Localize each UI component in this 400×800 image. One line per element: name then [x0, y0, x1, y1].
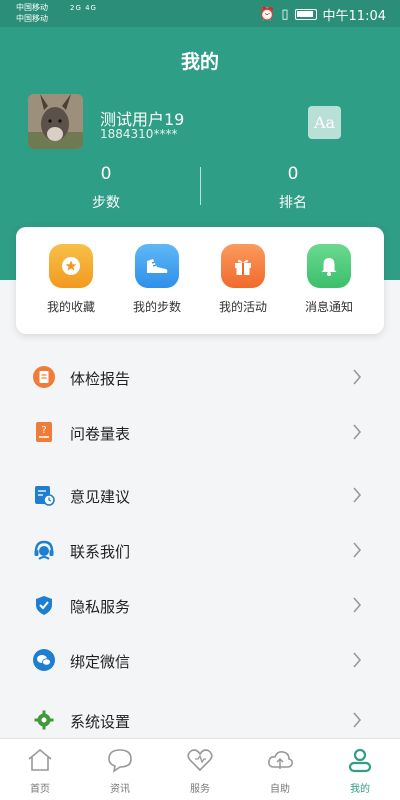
- vibrate-icon: ▯: [281, 7, 289, 22]
- page-title: 我的: [180, 51, 219, 73]
- quick-action-notifications[interactable]: 消息通知: [286, 244, 372, 315]
- stat-rank-value: 0: [287, 164, 299, 184]
- menu-item-privacy[interactable]: 隐私服务: [0, 578, 400, 632]
- chevron-right-icon: [353, 652, 362, 668]
- tab-label: 服务: [190, 784, 210, 795]
- feedback-icon: [33, 484, 55, 506]
- menu-item-report[interactable]: 体检报告: [0, 350, 400, 404]
- tab-label: 自助: [270, 784, 290, 795]
- tab-label: 首页: [30, 784, 50, 795]
- menu-item-label: 问卷量表: [70, 425, 131, 443]
- gift-icon: [221, 244, 265, 288]
- menu-item-label: 联系我们: [70, 543, 131, 561]
- menu-item-label: 系统设置: [70, 713, 131, 731]
- chevron-right-icon: [353, 369, 362, 385]
- svg-text:?: ?: [41, 425, 46, 436]
- stat-divider: [200, 167, 201, 205]
- chevron-right-icon: [353, 424, 362, 440]
- menu-item-label: 隐私服务: [70, 598, 131, 616]
- carrier-1: 中国移动: [16, 3, 48, 12]
- status-bar: 中国移动 中国移动 2G 4G ⏰ ▯ 中午11:04: [0, 0, 400, 27]
- gear-icon: [33, 709, 55, 731]
- quick-action-activities[interactable]: 我的活动: [200, 244, 286, 315]
- cloud-icon: [268, 751, 293, 769]
- star-icon: [49, 244, 93, 288]
- chevron-right-icon: [353, 712, 362, 728]
- stat-steps[interactable]: 0 步数: [36, 164, 176, 212]
- network-indicator: 2G 4G: [70, 4, 97, 12]
- shield-icon: [33, 594, 55, 616]
- font-size-button[interactable]: Aa: [308, 106, 341, 139]
- tab-mine[interactable]: 我的: [320, 747, 400, 795]
- stat-rank[interactable]: 0 排名: [223, 164, 363, 212]
- chevron-right-icon: [353, 542, 362, 558]
- stat-rank-label: 排名: [279, 195, 307, 211]
- menu-item-label: 绑定微信: [70, 653, 131, 671]
- stat-steps-value: 0: [100, 164, 112, 184]
- chat-icon: [108, 749, 132, 773]
- carrier-info: 中国移动 中国移动: [16, 2, 48, 24]
- user-phone: 1884310****: [100, 127, 178, 141]
- menu-item-wechat[interactable]: 绑定微信: [0, 633, 400, 687]
- tab-service[interactable]: 服务: [160, 747, 240, 795]
- bottom-tab-bar: 首页 资讯 服务 自助 我的: [0, 738, 400, 800]
- shoe-icon: [135, 244, 179, 288]
- tab-news[interactable]: 资讯: [80, 747, 160, 795]
- chevron-right-icon: [353, 597, 362, 613]
- heart-icon: [187, 749, 213, 772]
- report-icon: [33, 366, 55, 388]
- tab-label: 资讯: [110, 784, 130, 795]
- status-right: ⏰ ▯ 中午11:04: [259, 5, 386, 24]
- menu-item-contact[interactable]: 联系我们: [0, 523, 400, 577]
- tab-label: 我的: [350, 784, 370, 795]
- home-icon: [28, 748, 52, 771]
- carrier-2: 中国移动: [16, 14, 48, 23]
- quick-actions-card: 我的收藏 我的步数 我的活动 消息通知: [16, 227, 384, 334]
- battery-icon: [294, 9, 317, 20]
- stat-steps-label: 步数: [92, 195, 120, 211]
- quick-action-steps[interactable]: 我的步数: [114, 244, 200, 315]
- tab-self-service[interactable]: 自助: [240, 747, 320, 795]
- wechat-icon: [33, 649, 55, 671]
- avatar[interactable]: [28, 94, 83, 149]
- menu-item-label: 体检报告: [70, 370, 131, 388]
- tab-home[interactable]: 首页: [0, 747, 80, 795]
- menu-item-feedback[interactable]: 意见建议: [0, 468, 400, 522]
- quick-action-favorites[interactable]: 我的收藏: [28, 244, 114, 315]
- alarm-icon: ⏰: [259, 7, 276, 22]
- questionnaire-icon: ?: [33, 421, 55, 443]
- headset-icon: [33, 539, 55, 561]
- chevron-right-icon: [353, 487, 362, 503]
- person-icon: [348, 748, 372, 773]
- bell-icon: [307, 244, 351, 288]
- menu-item-label: 意见建议: [70, 488, 131, 506]
- clock: 中午11:04: [322, 9, 386, 24]
- menu-item-questionnaire[interactable]: ? 问卷量表: [0, 405, 400, 459]
- quick-action-label: 消息通知: [304, 300, 353, 314]
- quick-action-label: 我的步数: [132, 300, 181, 314]
- quick-action-label: 我的活动: [218, 300, 267, 314]
- quick-action-label: 我的收藏: [46, 300, 95, 314]
